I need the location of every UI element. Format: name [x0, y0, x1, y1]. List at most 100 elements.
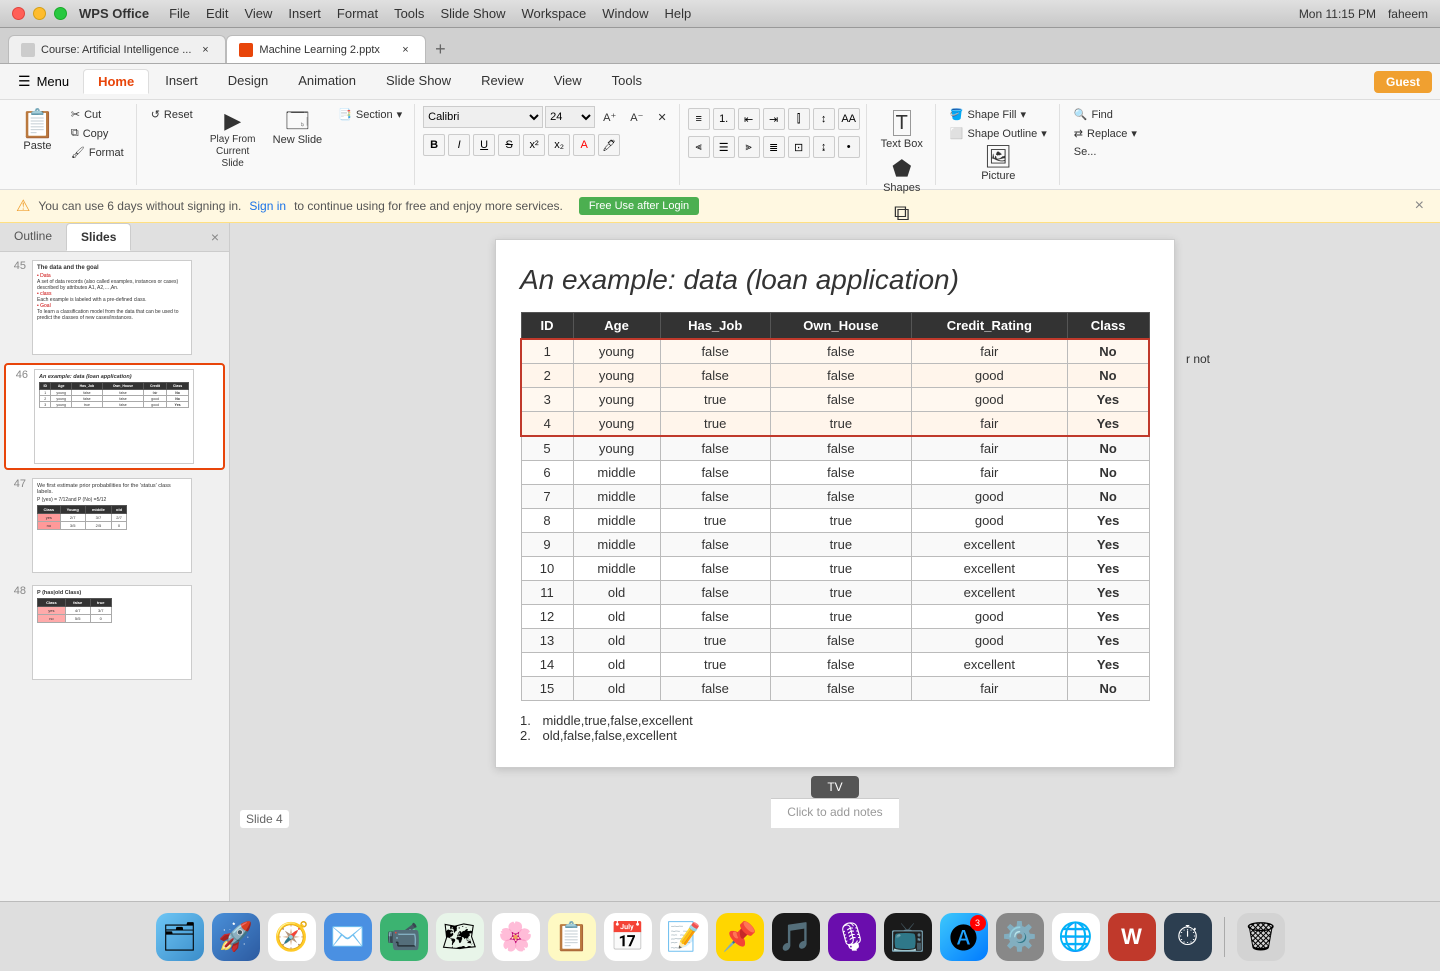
bullet-color-button[interactable]: • — [838, 136, 860, 158]
dock-appletv[interactable]: 📺 — [884, 913, 932, 961]
menu-edit[interactable]: Edit — [206, 6, 228, 21]
menu-help[interactable]: Help — [665, 6, 692, 21]
dock-safari[interactable]: 🧭 — [268, 913, 316, 961]
decrease-indent-button[interactable]: ⇤ — [738, 108, 760, 130]
tab-insert[interactable]: Insert — [151, 69, 212, 94]
slide-item-45[interactable]: 45 The data and the goal • Data A set of… — [4, 256, 225, 359]
paste-button[interactable]: 📋 Paste — [14, 106, 61, 156]
tab-review[interactable]: Review — [467, 69, 538, 94]
guest-button[interactable]: Guest — [1374, 71, 1432, 93]
tab-design[interactable]: Design — [214, 69, 282, 94]
menu-tools[interactable]: Tools — [394, 6, 424, 21]
menu-slideshow[interactable]: Slide Show — [440, 6, 505, 21]
browser-tab-2[interactable]: Machine Learning 2.pptx × — [226, 35, 426, 63]
bold-button[interactable]: B — [423, 134, 445, 156]
slide-item-47[interactable]: 47 We first estimate prior probabilities… — [4, 474, 225, 577]
menu-window[interactable]: Window — [602, 6, 648, 21]
justify-button[interactable]: ≣ — [763, 136, 785, 158]
picture-button[interactable]: 🖼 Picture — [975, 142, 1021, 186]
sign-in-link[interactable]: Sign in — [249, 199, 286, 213]
menu-button[interactable]: ☰ Menu — [8, 69, 79, 94]
replace-button[interactable]: ⇄ Replace ▾ — [1068, 125, 1143, 142]
minimize-window-button[interactable] — [33, 7, 46, 20]
increase-indent-button[interactable]: ⇥ — [763, 108, 785, 130]
dock-notes[interactable]: 📋 — [548, 913, 596, 961]
font-family-select[interactable]: Calibri — [423, 106, 543, 128]
shapes-button[interactable]: ⬟ Shapes — [877, 154, 926, 198]
subscript-button[interactable]: x₂ — [548, 134, 570, 156]
outline-tab[interactable]: Outline — [0, 223, 66, 251]
shape-outline-button[interactable]: ⬜ Shape Outline ▾ — [944, 125, 1053, 142]
align-center-button[interactable]: ☰ — [713, 136, 735, 158]
highlight-button[interactable]: 🖊 — [598, 134, 620, 156]
menu-workspace[interactable]: Workspace — [521, 6, 586, 21]
dock-wps[interactable]: W — [1108, 913, 1156, 961]
tab-close-2[interactable]: × — [397, 42, 413, 58]
dock-podcasts[interactable]: 🎙 — [828, 913, 876, 961]
menu-view[interactable]: View — [244, 6, 272, 21]
align-right-button[interactable]: ⫸ — [738, 136, 760, 158]
align-left-button[interactable]: ⫷ — [688, 136, 710, 158]
increase-font-button[interactable]: A⁺ — [597, 109, 622, 126]
dock-mail[interactable]: ✉️ — [324, 913, 372, 961]
dock-calendar[interactable]: 📅 — [604, 913, 652, 961]
tab-close-1[interactable]: × — [197, 42, 213, 58]
strikethrough-button[interactable]: S — [498, 134, 520, 156]
slides-tab[interactable]: Slides — [66, 223, 131, 251]
new-slide-button[interactable]: 🗔 New Slide — [267, 106, 329, 150]
dock-photos[interactable]: 🌸 — [492, 913, 540, 961]
shape-fill-button[interactable]: 🪣 Shape Fill ▾ — [944, 106, 1053, 123]
play-from-current-button[interactable]: ▶ Play From Current Slide — [203, 106, 263, 174]
notes-area[interactable]: Click to add notes — [771, 798, 898, 828]
superscript-button[interactable]: x² — [523, 134, 545, 156]
columns-button[interactable]: ⫿ — [788, 108, 810, 130]
tab-animation[interactable]: Animation — [284, 69, 370, 94]
dock-launchpad[interactable]: 🚀 — [212, 913, 260, 961]
decrease-font-button[interactable]: A⁻ — [624, 109, 649, 126]
cut-button[interactable]: ✂ Cut — [65, 106, 130, 123]
format-button[interactable]: 🖌 Format — [65, 144, 130, 161]
free-login-button[interactable]: Free Use after Login — [579, 197, 699, 215]
new-tab-button[interactable]: + — [426, 35, 454, 63]
slide-item-46[interactable]: 46 An example: data (loan application) I… — [4, 363, 225, 470]
italic-button[interactable]: I — [448, 134, 470, 156]
copy-button[interactable]: ⧉ Copy — [65, 125, 130, 142]
tab-home[interactable]: Home — [83, 69, 149, 94]
dock-systemprefs[interactable]: ⚙️ — [996, 913, 1044, 961]
font-size-select[interactable]: 24 — [545, 106, 595, 128]
dock-finder[interactable]: 🗂 — [156, 913, 204, 961]
dock-appstore[interactable]: 🅐 — [940, 913, 988, 961]
numbered-list-button[interactable]: 1. — [713, 108, 735, 130]
dock-stickies[interactable]: 📌 — [716, 913, 764, 961]
search-button[interactable]: Se... — [1068, 144, 1143, 160]
tab-view[interactable]: View — [540, 69, 596, 94]
line-spacing-button[interactable]: ↕ — [813, 108, 835, 130]
dock-music[interactable]: 🎵 — [772, 913, 820, 961]
maximize-window-button[interactable] — [54, 7, 67, 20]
text-columns-button[interactable]: ⊡ — [788, 136, 810, 158]
find-button[interactable]: 🔍 Find — [1068, 106, 1143, 123]
dock-trash[interactable]: 🗑 — [1237, 913, 1285, 961]
panel-close-button[interactable]: × — [201, 223, 229, 251]
text-direction-button[interactable]: AA — [838, 108, 860, 130]
notification-close-button[interactable]: × — [1415, 197, 1424, 215]
slide-item-48[interactable]: 48 P (has|old Class) Classfalsetrue yes4… — [4, 581, 225, 684]
underline-button[interactable]: U — [473, 134, 495, 156]
reset-button[interactable]: ↺ Reset — [145, 106, 199, 123]
textbox-button[interactable]: T Text Box — [875, 106, 929, 154]
menu-format[interactable]: Format — [337, 6, 378, 21]
tab-slideshow[interactable]: Slide Show — [372, 69, 465, 94]
dock-facetime[interactable]: 📹 — [380, 913, 428, 961]
section-button[interactable]: 📑 Section ▾ — [332, 106, 408, 123]
menu-insert[interactable]: Insert — [288, 6, 321, 21]
font-color-button[interactable]: A — [573, 134, 595, 156]
dock-reminders[interactable]: 📝 — [660, 913, 708, 961]
browser-tab-1[interactable]: Course: Artificial Intelligence ... × — [8, 35, 226, 63]
bullets-button[interactable]: ≡ — [688, 108, 710, 130]
close-window-button[interactable] — [12, 7, 25, 20]
tab-tools[interactable]: Tools — [598, 69, 656, 94]
clear-format-button[interactable]: ✕ — [651, 109, 672, 126]
dock-maps[interactable]: 🗺 — [436, 913, 484, 961]
line-spacing2-button[interactable]: ↨ — [813, 136, 835, 158]
dock-chrome[interactable]: 🌐 — [1052, 913, 1100, 961]
